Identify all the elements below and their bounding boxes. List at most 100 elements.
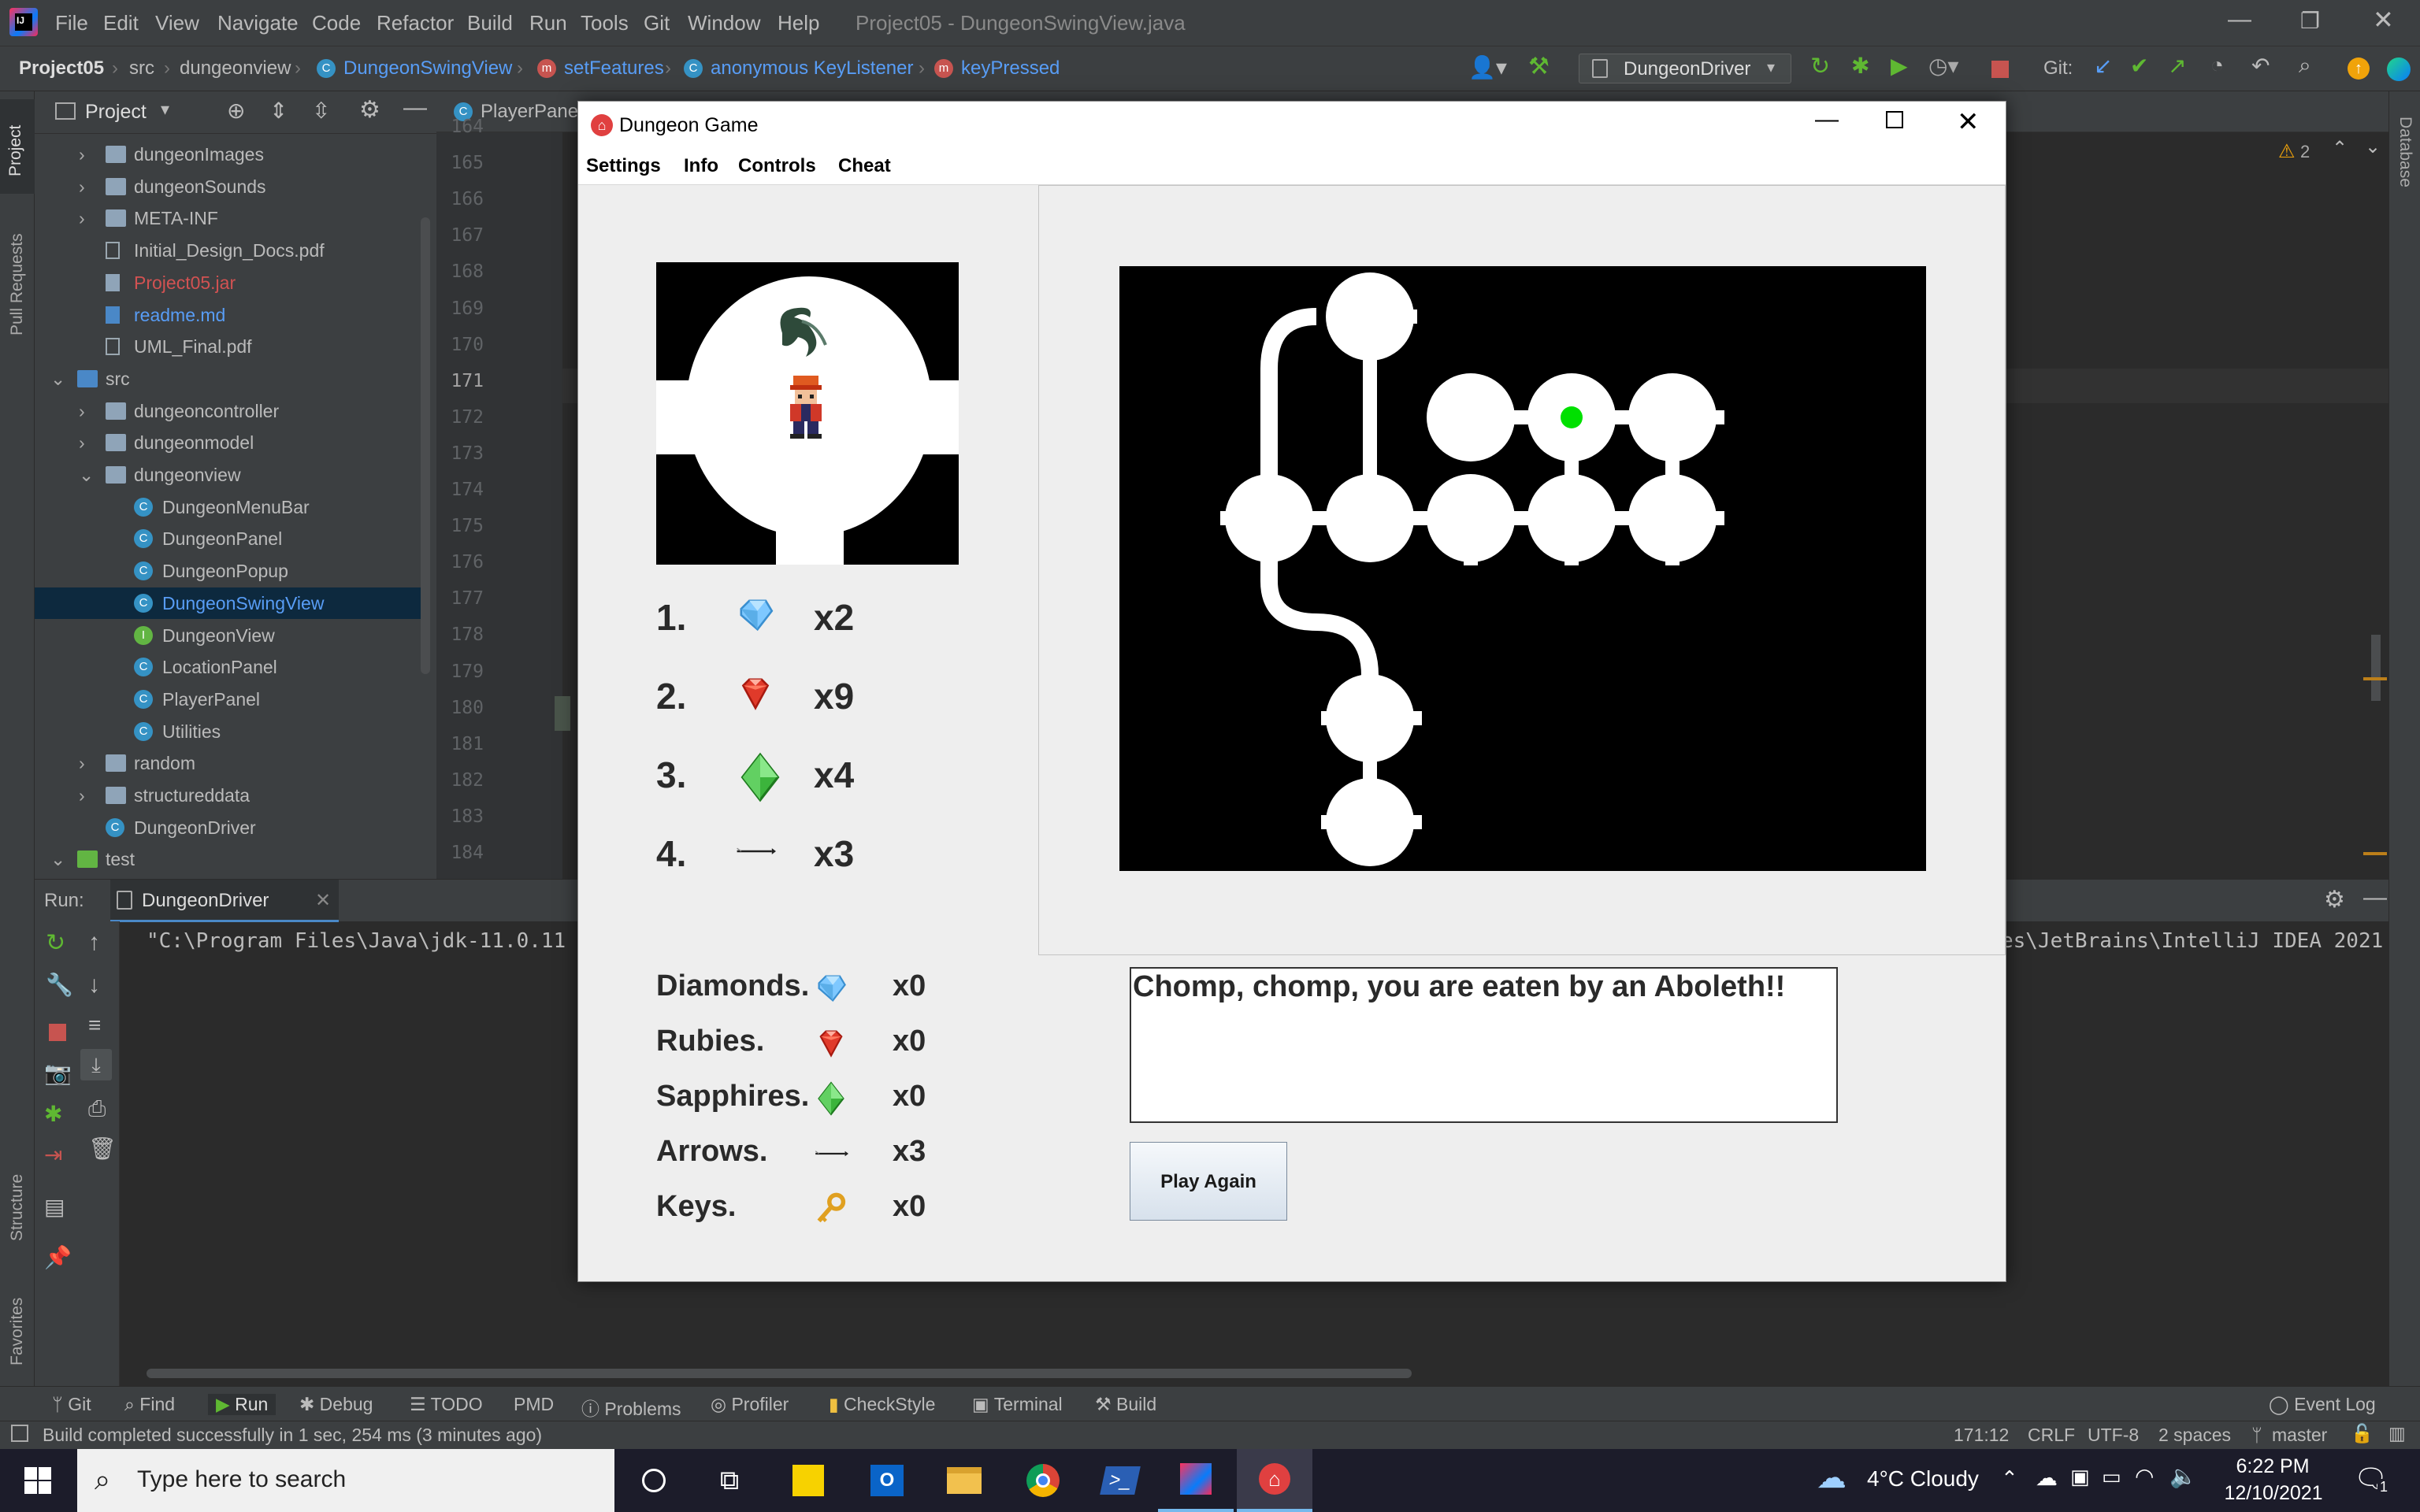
- chevron-right-icon[interactable]: ›: [79, 202, 95, 234]
- breadcrumb-project[interactable]: Project05: [19, 57, 104, 80]
- close-icon[interactable]: ✕: [1957, 106, 1980, 138]
- tree-item[interactable]: C DungeonSwingView: [35, 587, 421, 619]
- tree-item[interactable]: › META-INF: [35, 202, 421, 234]
- indent-setting[interactable]: 2 spaces: [2158, 1425, 2231, 1446]
- chevron-down-icon[interactable]: ⌄: [50, 363, 66, 395]
- run-config-select[interactable]: DungeonDriver ▾: [1579, 54, 1791, 83]
- menu-cheat[interactable]: Cheat: [838, 155, 891, 177]
- tree-item[interactable]: ⌄ dungeonview: [35, 459, 421, 491]
- debug-tool-button[interactable]: ✱ Debug: [299, 1394, 373, 1415]
- wrench-icon[interactable]: 🔧: [46, 972, 73, 998]
- collapse-all-icon[interactable]: ⇳: [312, 98, 330, 124]
- locate-icon[interactable]: ⊕: [227, 98, 245, 124]
- hide-icon[interactable]: —: [2363, 884, 2387, 911]
- menu-navigate[interactable]: Navigate: [217, 11, 299, 35]
- meet-now-icon[interactable]: ▣: [2070, 1465, 2090, 1489]
- tool-tab-structure[interactable]: Structure: [0, 1131, 35, 1249]
- pmd-tool-button[interactable]: PMD: [514, 1394, 554, 1415]
- tree-item[interactable]: › dungeonImages: [35, 139, 421, 170]
- tree-item[interactable]: UML_Final.pdf: [35, 331, 421, 362]
- profile-icon[interactable]: ◷▾: [1928, 53, 1959, 79]
- find-tool-button[interactable]: ⌕ Find: [124, 1394, 175, 1415]
- rerun-icon[interactable]: ↻: [1810, 53, 1830, 80]
- menu-info[interactable]: Info: [684, 155, 718, 177]
- stop-icon[interactable]: [49, 1024, 66, 1041]
- coverage-icon[interactable]: ▶: [1891, 53, 1908, 79]
- tool-tab-pull-requests[interactable]: Pull Requests: [0, 217, 35, 343]
- caret-position[interactable]: 171:12: [1954, 1425, 2009, 1446]
- chevron-right-icon[interactable]: ›: [79, 427, 95, 458]
- search-icon[interactable]: ⌕: [2299, 53, 2311, 79]
- status-message[interactable]: Build completed successfully in 1 sec, 2…: [43, 1425, 542, 1446]
- chevron-right-icon[interactable]: ›: [79, 747, 95, 779]
- powershell-button[interactable]: >_: [1082, 1449, 1158, 1512]
- checkstyle-tool-button[interactable]: ▮ CheckStyle: [829, 1394, 935, 1415]
- menu-window[interactable]: Window: [688, 11, 760, 35]
- exit-icon[interactable]: ⇥: [44, 1142, 62, 1168]
- menu-build[interactable]: Build: [467, 11, 513, 35]
- status-toggle-icon[interactable]: [11, 1425, 28, 1442]
- tree-item[interactable]: › dungeoncontroller: [35, 395, 421, 427]
- soft-wrap-icon[interactable]: ≡: [88, 1013, 101, 1038]
- editor-scrollbar[interactable]: [2371, 635, 2381, 701]
- tree-item[interactable]: C PlayerPanel: [35, 684, 421, 715]
- breadcrumb-anonymous[interactable]: anonymous KeyListener: [711, 57, 913, 80]
- history-icon[interactable]: ◔: [2210, 53, 2224, 78]
- tree-item[interactable]: C DungeonPopup: [35, 555, 421, 587]
- chevron-right-icon[interactable]: ›: [79, 780, 95, 811]
- tree-item[interactable]: C DungeonMenuBar: [35, 491, 421, 523]
- menu-controls[interactable]: Controls: [738, 155, 816, 177]
- scroll-to-end-icon[interactable]: ⤓: [80, 1049, 112, 1080]
- tool-tab-favorites[interactable]: Favorites: [0, 1265, 35, 1375]
- tree-item[interactable]: Initial_Design_Docs.pdf: [35, 235, 421, 266]
- menu-run[interactable]: Run: [529, 11, 567, 35]
- cortana-button[interactable]: [616, 1449, 692, 1512]
- wifi-icon[interactable]: ◠: [2135, 1463, 2154, 1489]
- dungeon-game-taskbar-button[interactable]: ⌂: [1237, 1449, 1312, 1512]
- chevron-down-icon[interactable]: ▾: [161, 99, 169, 120]
- todo-tool-button[interactable]: ☰ TODO: [410, 1394, 483, 1415]
- menu-refactor[interactable]: Refactor: [377, 11, 454, 35]
- sticky-notes-button[interactable]: [770, 1449, 846, 1512]
- menu-settings[interactable]: Settings: [586, 155, 661, 177]
- gear-icon[interactable]: ⚙: [359, 96, 380, 124]
- breadcrumb-class[interactable]: DungeonSwingView: [343, 57, 512, 80]
- tree-item[interactable]: › dungeonmodel: [35, 427, 421, 458]
- minimize-icon[interactable]: —: [1815, 106, 1839, 133]
- outlook-button[interactable]: O: [849, 1449, 925, 1512]
- git-update-icon[interactable]: ↙: [2094, 53, 2112, 79]
- next-highlight-icon[interactable]: ⌄: [2365, 135, 2381, 158]
- memory-icon[interactable]: ▥: [2388, 1423, 2406, 1444]
- clock-date[interactable]: 12/10/2021: [2218, 1482, 2329, 1505]
- file-explorer-button[interactable]: [926, 1449, 1002, 1512]
- chrome-button[interactable]: [1005, 1449, 1081, 1512]
- git-push-icon[interactable]: ↗: [2168, 53, 2186, 79]
- lock-icon[interactable]: 🔓: [2351, 1423, 2374, 1444]
- restore-icon[interactable]: ❐: [2300, 8, 2320, 34]
- menu-tools[interactable]: Tools: [581, 11, 629, 35]
- debug-icon[interactable]: ✱: [44, 1101, 62, 1127]
- previous-highlight-icon[interactable]: ⌃: [2332, 137, 2348, 160]
- tree-item[interactable]: Project05.jar: [35, 267, 421, 298]
- tree-item[interactable]: › random: [35, 747, 421, 779]
- scroll-up-icon[interactable]: ↑: [88, 929, 100, 956]
- hide-icon[interactable]: —: [403, 94, 427, 121]
- intellij-taskbar-button[interactable]: [1158, 1449, 1234, 1512]
- pin-icon[interactable]: 📌: [44, 1244, 72, 1270]
- taskbar-search-box[interactable]: ⌕ Type here to search: [77, 1449, 614, 1512]
- menu-view[interactable]: View: [155, 11, 199, 35]
- git-tool-button[interactable]: ᛘ Git: [52, 1394, 91, 1415]
- tree-scrollbar[interactable]: [421, 217, 430, 674]
- chevron-right-icon[interactable]: ›: [79, 395, 95, 427]
- terminal-tool-button[interactable]: ▣ Terminal: [972, 1394, 1063, 1415]
- close-icon[interactable]: ✕: [2373, 5, 2394, 35]
- chevron-right-icon[interactable]: ›: [79, 171, 95, 202]
- git-commit-icon[interactable]: ✔: [2130, 53, 2148, 79]
- expand-all-icon[interactable]: ⇕: [269, 98, 288, 124]
- tree-item[interactable]: readme.md: [35, 299, 421, 331]
- event-log-button[interactable]: ◯ Event Log: [2269, 1394, 2376, 1415]
- build-tool-button[interactable]: ⚒ Build: [1095, 1394, 1156, 1415]
- close-tab-icon[interactable]: ✕: [315, 889, 331, 912]
- build-hammer-icon[interactable]: ⚒: [1528, 53, 1550, 80]
- menu-help[interactable]: Help: [778, 11, 819, 35]
